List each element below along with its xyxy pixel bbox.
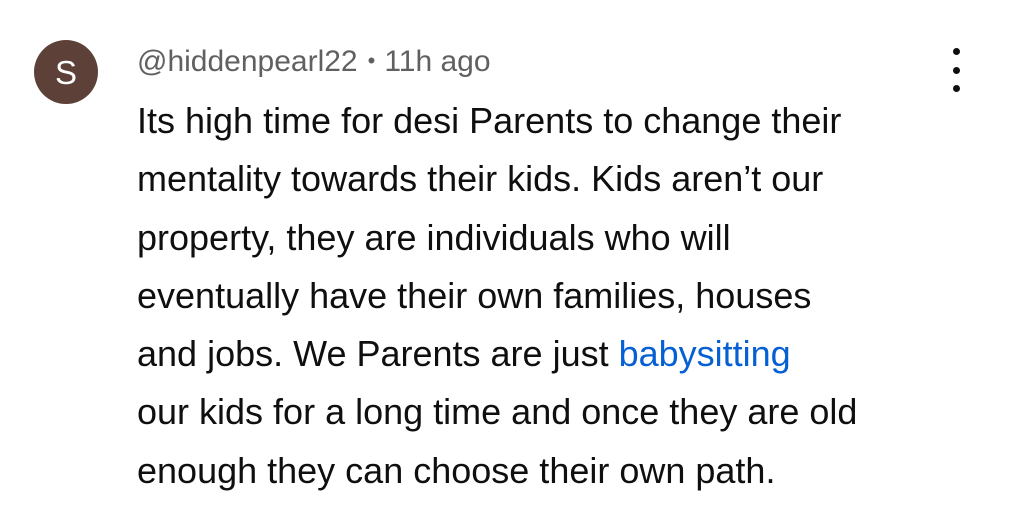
comment-line: Its high time for desi Parents to change…	[137, 100, 842, 141]
comment-line: our kids for a long time and once they a…	[137, 391, 858, 433]
comment-line: enough they can choose their own path.	[137, 449, 776, 491]
author-name[interactable]: @hiddenpearl22	[137, 45, 358, 78]
comment-text: Its high time for desi Parents to change…	[137, 92, 957, 500]
comment-line: eventually have their own families, hous…	[137, 274, 812, 316]
avatar[interactable]: S	[34, 40, 98, 104]
comment-line: property, they are individuals who will	[137, 216, 731, 258]
separator-dot: •	[367, 48, 376, 73]
comment-header: @hiddenpearl22 • 11h ago	[137, 42, 491, 84]
menu-dot	[952, 48, 960, 55]
menu-dot	[952, 85, 960, 92]
menu-dot	[952, 66, 960, 74]
timestamp[interactable]: 11h ago	[384, 45, 490, 78]
comment-item: S @hiddenpearl22 • 11h ago Its high time f…	[0, 0, 1024, 508]
avatar-letter: S	[54, 53, 77, 91]
comment-line: mentality towards their kids. Kids aren’…	[137, 158, 824, 200]
comment-line-text: and jobs. We Parents are just	[137, 333, 619, 375]
more-vertical-icon[interactable]	[936, 48, 976, 92]
babysitting-link[interactable]: babysitting	[619, 333, 791, 374]
comment-line-with-link: and jobs. We Parents are just babysittin…	[137, 325, 957, 383]
